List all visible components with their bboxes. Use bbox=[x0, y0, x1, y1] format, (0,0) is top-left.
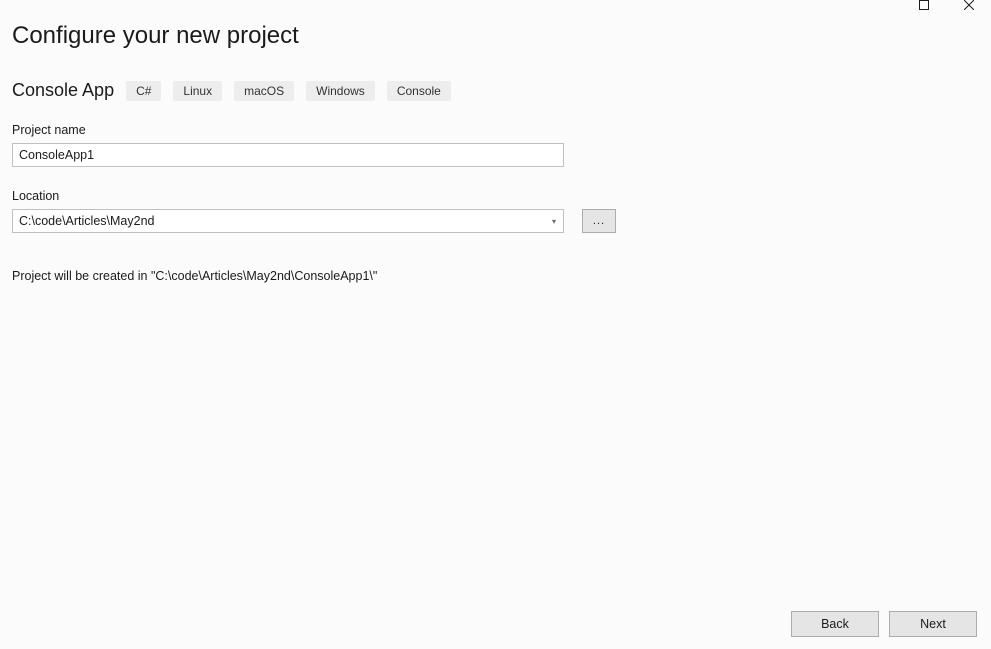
tag-csharp: C# bbox=[126, 81, 161, 101]
project-name-input[interactable] bbox=[12, 143, 564, 167]
location-value: C:\code\Articles\May2nd bbox=[13, 212, 545, 230]
page-title: Configure your new project bbox=[12, 22, 979, 50]
browse-button[interactable]: ... bbox=[582, 209, 616, 233]
maximize-icon[interactable] bbox=[901, 0, 946, 18]
tag-windows: Windows bbox=[306, 81, 375, 101]
chevron-down-icon[interactable]: ▾ bbox=[545, 210, 563, 232]
template-name: Console App bbox=[12, 80, 114, 101]
location-combo[interactable]: C:\code\Articles\May2nd ▾ bbox=[12, 209, 564, 233]
project-name-label: Project name bbox=[12, 123, 979, 137]
close-icon[interactable] bbox=[946, 0, 991, 18]
location-label: Location bbox=[12, 189, 979, 203]
tag-linux: Linux bbox=[173, 81, 222, 101]
template-header-row: Console App C# Linux macOS Windows Conso… bbox=[12, 80, 979, 101]
back-button[interactable]: Back bbox=[791, 611, 879, 637]
project-path-info: Project will be created in "C:\code\Arti… bbox=[12, 269, 979, 283]
next-button[interactable]: Next bbox=[889, 611, 977, 637]
tag-macos: macOS bbox=[234, 81, 294, 101]
tag-console: Console bbox=[387, 81, 451, 101]
